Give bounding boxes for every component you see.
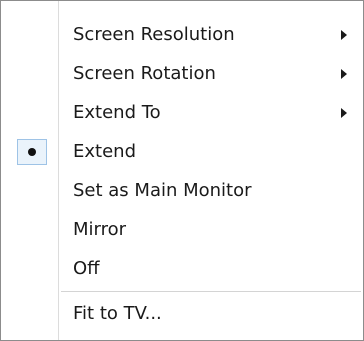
menu-item-screen-resolution[interactable]: Screen Resolution [1,17,363,53]
menu-item-label: Screen Resolution [73,24,235,45]
menu-item-label: Fit to TV... [73,303,162,324]
menu-item-label: Mirror [73,219,127,240]
menu-item-label: Off [73,258,100,279]
chevron-right-icon [341,30,347,40]
chevron-right-icon [341,69,347,79]
menu-item-extend[interactable]: Extend [1,134,363,170]
menu-item-screen-rotation[interactable]: Screen Rotation [1,56,363,92]
menu-item-label: Extend [73,141,136,162]
menu-item-off[interactable]: Off [1,251,363,287]
chevron-right-icon [341,108,347,118]
context-menu: Screen Resolution Screen Rotation Extend… [0,0,364,341]
menu-separator [61,291,361,292]
menu-item-extend-to[interactable]: Extend To [1,95,363,131]
radio-bullet-icon [28,148,36,156]
menu-item-label: Set as Main Monitor [73,180,252,201]
menu-item-label: Extend To [73,102,161,123]
menu-item-label: Screen Rotation [73,63,216,84]
menu-item-set-as-main-monitor[interactable]: Set as Main Monitor [1,173,363,209]
menu-item-mirror[interactable]: Mirror [1,212,363,248]
menu-item-fit-to-tv[interactable]: Fit to TV... [1,296,363,332]
